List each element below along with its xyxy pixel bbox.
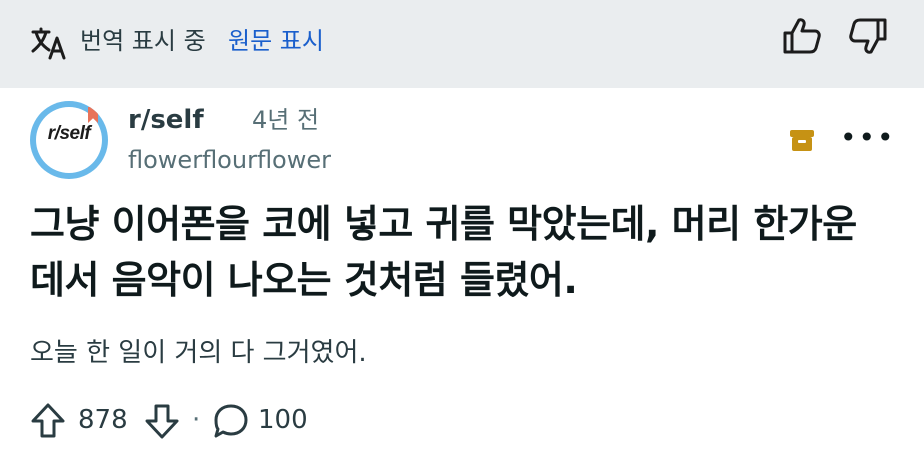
comment-count[interactable]: 100 bbox=[258, 402, 308, 438]
subreddit-name[interactable]: r/self bbox=[128, 103, 204, 137]
thumbs-down-icon[interactable] bbox=[846, 14, 890, 58]
translation-bar: 번역 표시 중 원문 표시 bbox=[0, 0, 924, 88]
more-options-icon[interactable]: ••• bbox=[840, 124, 894, 156]
subreddit-avatar[interactable]: r/self bbox=[30, 101, 108, 179]
upvote-count: 878 bbox=[78, 405, 128, 435]
downvote-icon[interactable] bbox=[144, 402, 180, 440]
show-original-link[interactable]: 원문 표시 bbox=[228, 24, 324, 58]
post-title[interactable]: 그냥 이어폰을 코에 넣고 귀를 막았는데, 머리 한가운데서 음악이 나오는 … bbox=[30, 196, 890, 308]
author-username[interactable]: flowerflourflower bbox=[128, 143, 331, 177]
thumbs-up-icon[interactable] bbox=[780, 14, 824, 58]
comment-icon[interactable] bbox=[212, 402, 250, 440]
post-age: 4년 전 bbox=[252, 106, 320, 134]
translate-icon bbox=[31, 27, 66, 60]
avatar-text: r/self bbox=[47, 123, 91, 144]
upvote-icon[interactable] bbox=[30, 402, 66, 440]
separator-dot: · bbox=[192, 405, 201, 435]
translation-status: 번역 표시 중 bbox=[80, 27, 206, 55]
save-icon[interactable] bbox=[788, 126, 816, 154]
post-body: 오늘 한 일이 거의 다 그거였어. bbox=[30, 338, 367, 368]
